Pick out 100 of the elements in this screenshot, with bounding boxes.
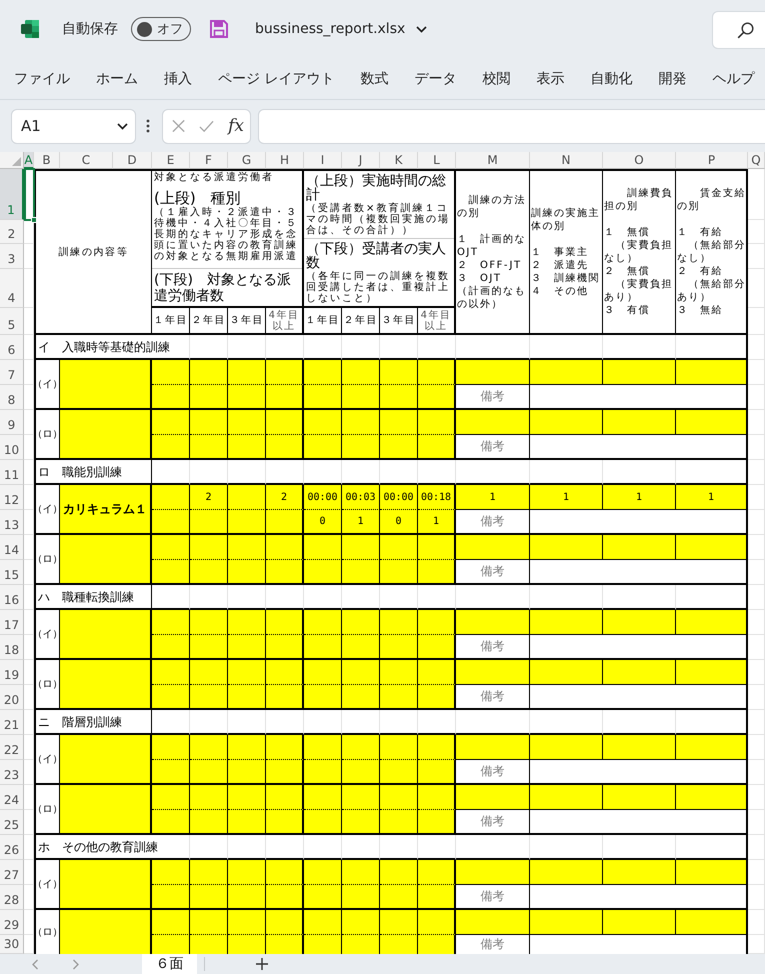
input-cell[interactable] — [190, 935, 228, 954]
input-cell[interactable] — [304, 910, 342, 935]
input-cell[interactable] — [342, 635, 380, 660]
input-cell[interactable]: 2 — [190, 485, 228, 510]
input-cell[interactable] — [266, 535, 304, 560]
input-cell[interactable] — [418, 560, 456, 585]
input-cell[interactable] — [380, 610, 418, 635]
input-cell[interactable] — [418, 785, 456, 810]
input-cell[interactable] — [342, 760, 380, 785]
input-cell[interactable] — [266, 360, 304, 385]
input-cell[interactable] — [228, 760, 266, 785]
input-cell[interactable] — [418, 610, 456, 635]
input-cell[interactable] — [152, 735, 190, 760]
row-header[interactable]: 12 — [0, 485, 24, 510]
input-cell[interactable] — [418, 935, 456, 954]
input-cell[interactable]: 1 — [530, 485, 603, 510]
input-cell[interactable] — [266, 860, 304, 885]
row-header[interactable]: 27 — [0, 860, 24, 885]
input-cell[interactable]: 1 — [603, 485, 676, 510]
input-cell[interactable] — [603, 735, 676, 760]
column-header[interactable]: P — [676, 152, 748, 169]
row-header[interactable]: 15 — [0, 560, 24, 585]
column-header[interactable]: E — [152, 152, 190, 169]
input-cell[interactable] — [304, 435, 342, 460]
input-cell[interactable] — [266, 685, 304, 710]
input-cell[interactable] — [304, 610, 342, 635]
input-cell[interactable] — [152, 635, 190, 660]
row-header[interactable]: 17 — [0, 610, 24, 635]
name-box[interactable]: A1 — [11, 108, 136, 144]
input-cell[interactable] — [152, 935, 190, 954]
input-cell[interactable] — [418, 410, 456, 435]
input-cell[interactable] — [342, 535, 380, 560]
column-header[interactable]: L — [418, 152, 456, 169]
input-cell[interactable] — [603, 860, 676, 885]
insert-function-button[interactable]: fx — [228, 116, 244, 136]
input-cell[interactable] — [60, 910, 152, 954]
row-header[interactable]: 4 — [0, 269, 24, 308]
input-cell[interactable] — [380, 410, 418, 435]
input-cell[interactable] — [456, 410, 530, 435]
input-cell[interactable] — [60, 610, 152, 660]
input-cell[interactable] — [304, 860, 342, 885]
input-cell[interactable] — [228, 385, 266, 410]
input-cell[interactable] — [603, 535, 676, 560]
input-cell[interactable] — [190, 360, 228, 385]
input-cell[interactable] — [228, 735, 266, 760]
input-cell[interactable] — [266, 760, 304, 785]
input-cell[interactable] — [152, 810, 190, 835]
row-header[interactable]: 5 — [0, 308, 24, 335]
ribbon-tab[interactable]: 挿入 — [164, 64, 192, 94]
input-cell[interactable] — [342, 410, 380, 435]
input-cell[interactable] — [266, 435, 304, 460]
input-cell[interactable] — [60, 410, 152, 460]
input-cell[interactable] — [190, 510, 228, 535]
input-cell[interactable] — [530, 535, 603, 560]
input-cell[interactable] — [676, 360, 748, 385]
input-cell[interactable] — [456, 660, 530, 685]
input-cell[interactable] — [190, 785, 228, 810]
input-cell[interactable] — [152, 885, 190, 910]
input-cell[interactable] — [228, 860, 266, 885]
input-cell[interactable] — [152, 560, 190, 585]
input-cell[interactable] — [60, 785, 152, 835]
remarks-field[interactable] — [530, 885, 748, 910]
input-cell[interactable] — [676, 660, 748, 685]
input-cell[interactable] — [152, 685, 190, 710]
more-options-icon[interactable] — [146, 119, 150, 133]
input-cell[interactable] — [418, 735, 456, 760]
remarks-field[interactable] — [530, 635, 748, 660]
ribbon-tab[interactable]: データ — [414, 64, 456, 94]
input-cell[interactable] — [266, 660, 304, 685]
row-header[interactable]: 13 — [0, 510, 24, 535]
input-cell[interactable] — [380, 810, 418, 835]
row-header[interactable]: 29 — [0, 910, 24, 935]
input-cell[interactable] — [152, 535, 190, 560]
search-field[interactable] — [712, 11, 765, 49]
row-header[interactable]: 25 — [0, 810, 24, 835]
input-cell[interactable] — [676, 860, 748, 885]
input-cell[interactable] — [266, 560, 304, 585]
row-header[interactable]: 14 — [0, 535, 24, 560]
input-cell[interactable] — [228, 610, 266, 635]
input-cell[interactable] — [190, 885, 228, 910]
input-cell[interactable] — [380, 660, 418, 685]
ribbon-tab[interactable]: ヘルプ — [712, 64, 754, 94]
input-cell[interactable] — [530, 610, 603, 635]
input-cell[interactable] — [152, 435, 190, 460]
input-cell[interactable] — [228, 785, 266, 810]
input-cell[interactable] — [530, 910, 603, 935]
input-cell[interactable]: 00:18 — [418, 485, 456, 510]
input-cell[interactable] — [304, 735, 342, 760]
row-header[interactable]: 22 — [0, 735, 24, 760]
input-cell[interactable] — [380, 860, 418, 885]
input-cell[interactable] — [418, 810, 456, 835]
file-name-button[interactable]: bussiness_report.xlsx — [255, 21, 428, 37]
input-cell[interactable] — [304, 385, 342, 410]
input-cell[interactable] — [152, 385, 190, 410]
column-header[interactable]: C — [60, 152, 113, 169]
input-cell[interactable]: 1 — [676, 485, 748, 510]
input-cell[interactable] — [304, 685, 342, 710]
input-cell[interactable] — [190, 560, 228, 585]
row-header[interactable]: 3 — [0, 244, 24, 269]
input-cell[interactable] — [266, 810, 304, 835]
